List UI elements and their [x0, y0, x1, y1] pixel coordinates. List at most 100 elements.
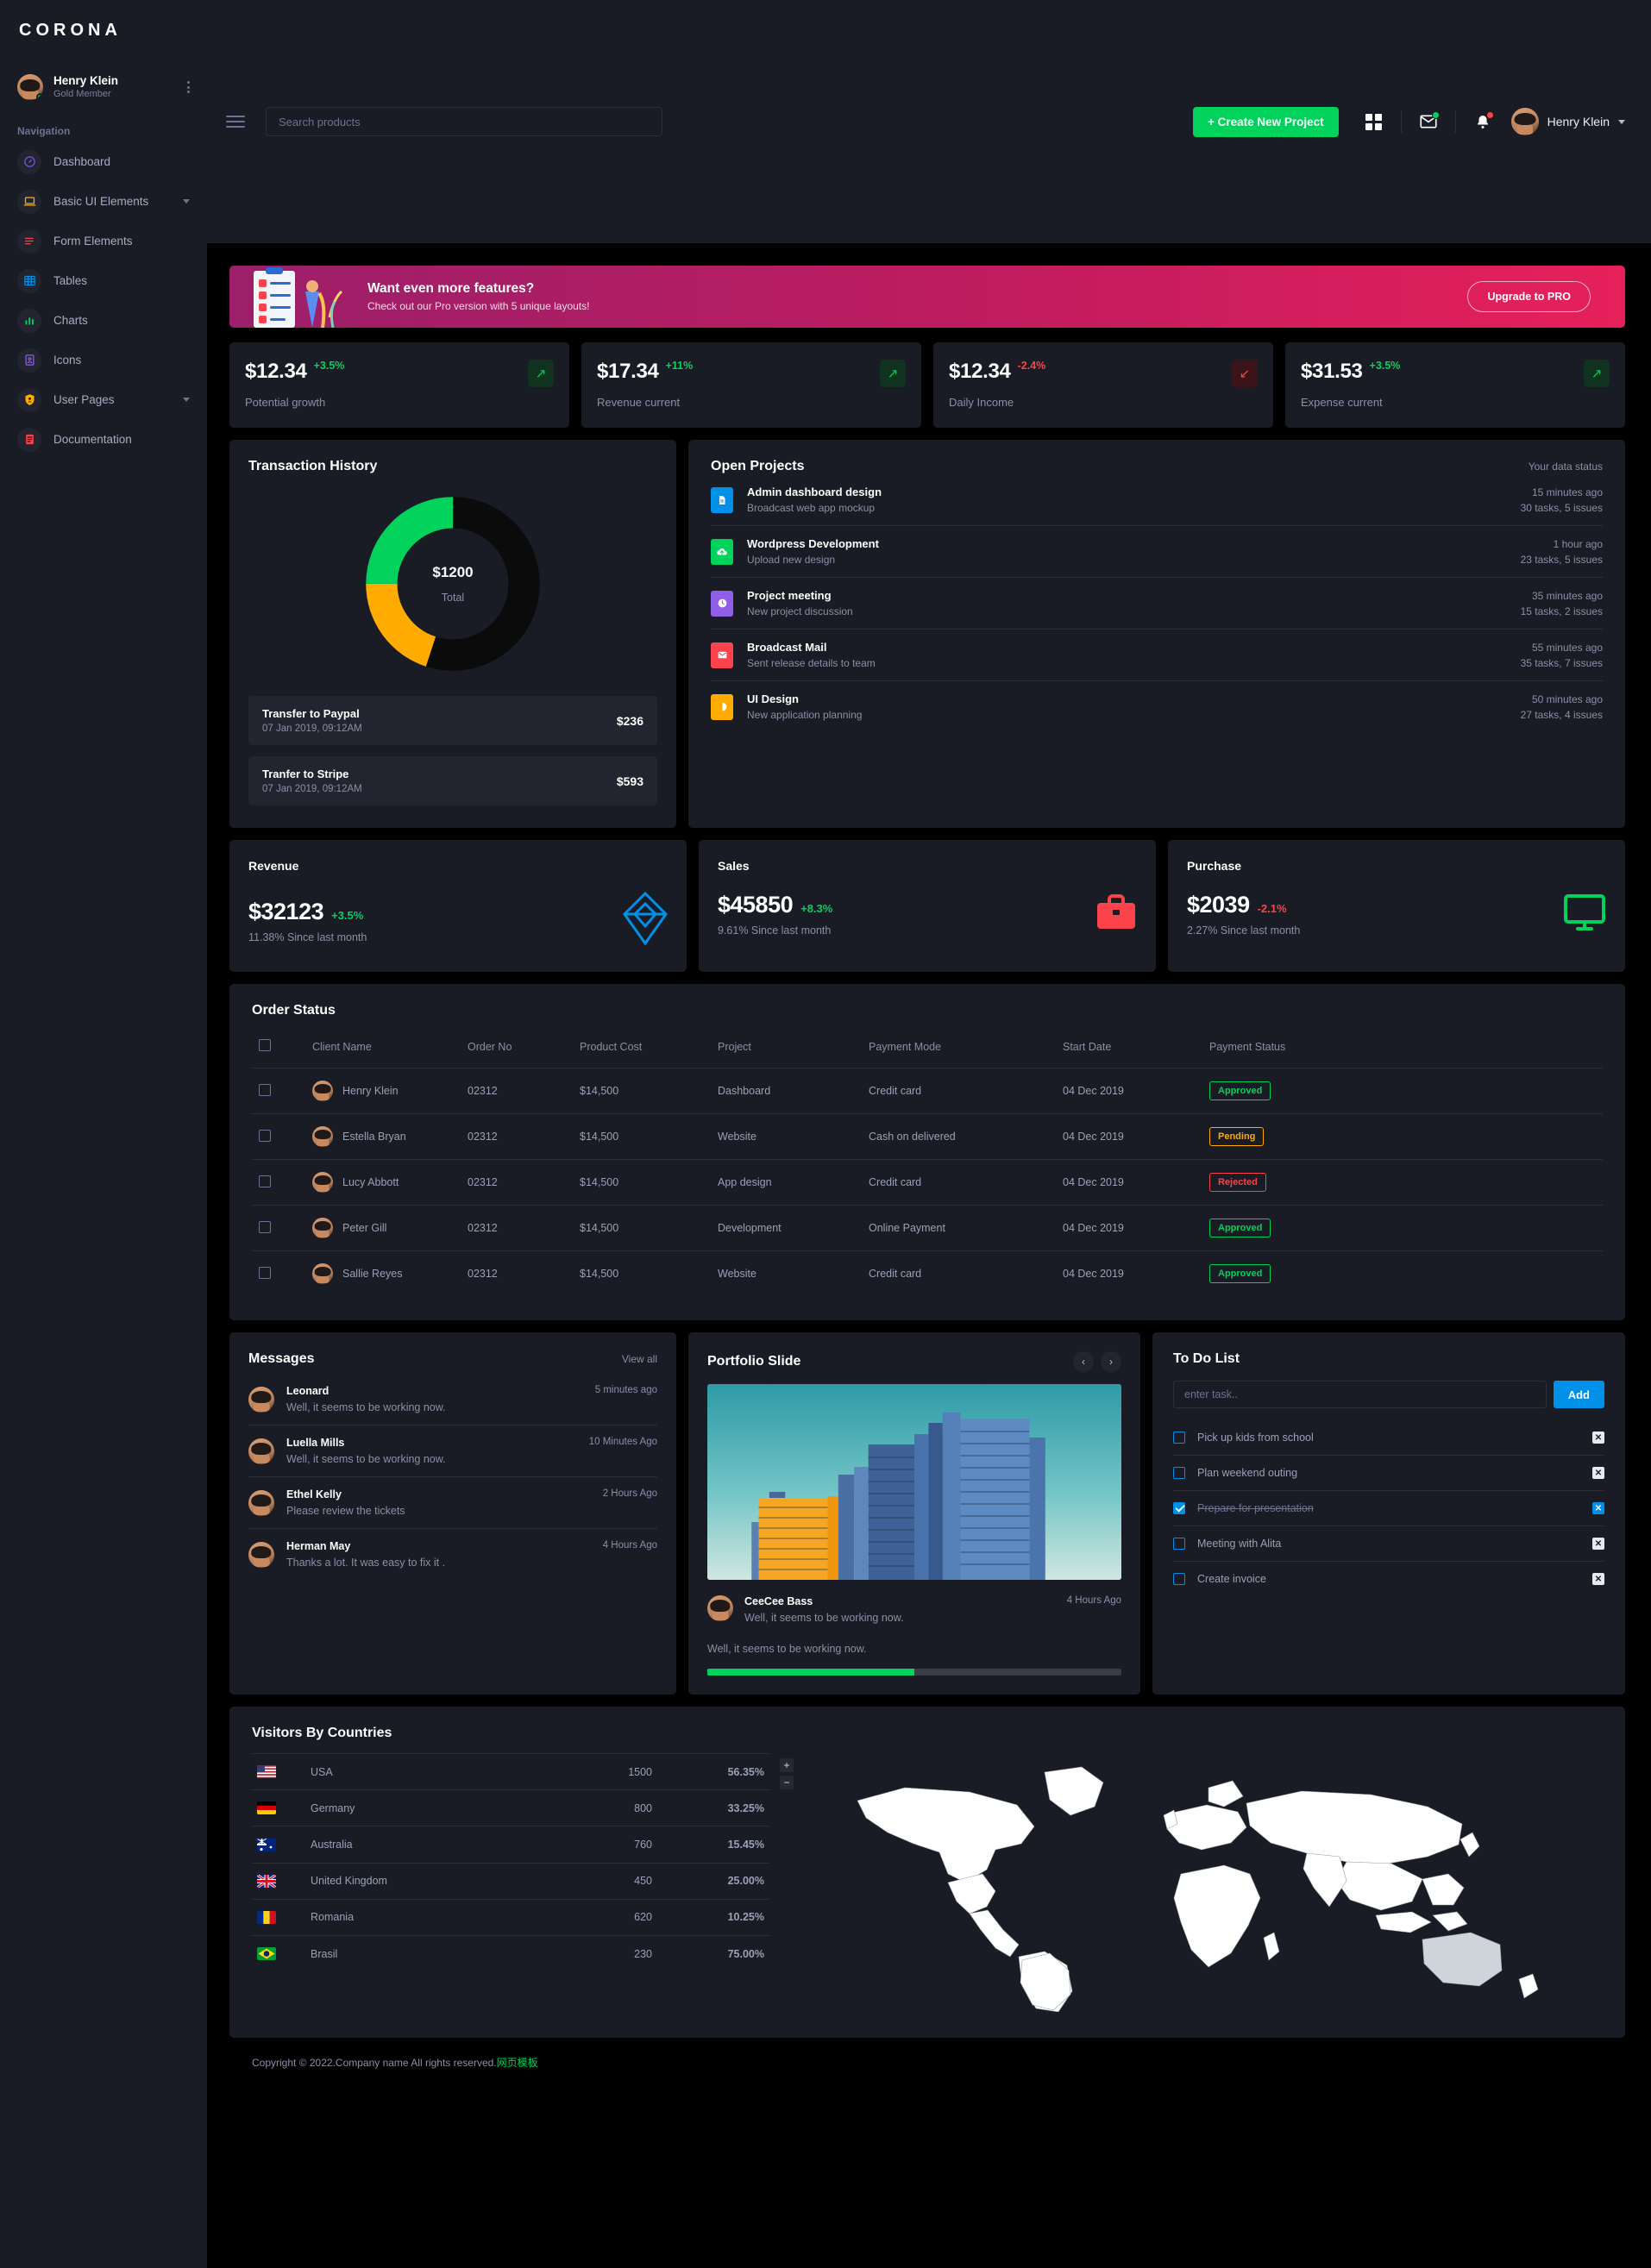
todo-item[interactable]: Meeting with Alita ✕: [1173, 1526, 1604, 1562]
todo-item[interactable]: Pick up kids from school ✕: [1173, 1420, 1604, 1456]
flag-brasil-icon: [257, 1947, 276, 1961]
project-row[interactable]: Wordpress Development Upload new design …: [711, 526, 1603, 578]
row-checkbox[interactable]: [259, 1083, 271, 1096]
stat-value: $31.53: [1301, 360, 1363, 383]
stat-card-revenue-current: $17.34 +11% ↗ Revenue current: [581, 342, 921, 428]
world-map[interactable]: [794, 1753, 1603, 2012]
donut-chart-wrapper: $1200 Total: [248, 474, 657, 685]
project-row[interactable]: UI Design New application planning 50 mi…: [711, 681, 1603, 732]
upgrade-to-pro-button[interactable]: Upgrade to PRO: [1467, 281, 1591, 312]
todo-input[interactable]: [1173, 1381, 1547, 1408]
todo-checkbox[interactable]: [1173, 1538, 1185, 1550]
metric-value: $32123: [248, 898, 324, 924]
messages-card: Messages View all Leonard Well, it seems…: [229, 1332, 676, 1695]
project-cell: App design: [711, 1159, 862, 1206]
add-task-button[interactable]: Add: [1553, 1381, 1604, 1408]
sidebar-item-icons[interactable]: Icons: [0, 341, 207, 380]
project-row[interactable]: Broadcast Mail Sent release details to t…: [711, 630, 1603, 681]
avatar: [312, 1263, 333, 1284]
todo-delete-icon[interactable]: ✕: [1592, 1502, 1604, 1514]
sidebar-item-basic-ui-elements[interactable]: Basic UI Elements: [0, 182, 207, 222]
todo-delete-icon[interactable]: ✕: [1592, 1538, 1604, 1550]
todo-delete-icon[interactable]: ✕: [1592, 1573, 1604, 1585]
todo-item[interactable]: Plan weekend outing ✕: [1173, 1456, 1604, 1491]
row-checkbox[interactable]: [259, 1175, 271, 1187]
table-row[interactable]: Henry Klein 02312 $14,500 Dashboard Cred…: [252, 1068, 1603, 1114]
sidebar-item-user-pages[interactable]: User Pages: [0, 380, 207, 420]
column-header: Payment Mode: [869, 1040, 942, 1053]
hamburger-icon[interactable]: [226, 116, 245, 128]
flag-cell: [252, 1789, 305, 1826]
project-row[interactable]: Project meeting New project discussion 3…: [711, 578, 1603, 630]
sidebar-item-form-elements[interactable]: Form Elements: [0, 222, 207, 261]
visitor-count: 1500: [557, 1752, 657, 1790]
visitor-row: Brasil 230 75.00%: [252, 1935, 769, 1972]
message-item[interactable]: Herman May Thanks a lot. It was easy to …: [248, 1529, 657, 1580]
message-item[interactable]: Luella Mills Well, it seems to be workin…: [248, 1425, 657, 1477]
profile-menu-icon[interactable]: [187, 81, 190, 94]
bell-icon[interactable]: [1468, 107, 1497, 136]
sidebar-item-dashboard[interactable]: Dashboard: [0, 142, 207, 182]
project-time: 55 minutes ago: [1531, 641, 1603, 654]
todo-item[interactable]: Prepare for presentation ✕: [1173, 1491, 1604, 1526]
stat-top: $31.53 +3.5% ↗: [1301, 360, 1610, 387]
sidebar-item-tables[interactable]: Tables: [0, 261, 207, 301]
todo-checkbox[interactable]: [1173, 1502, 1185, 1514]
start-date-cell: 04 Dec 2019: [1056, 1068, 1202, 1114]
row-checkbox[interactable]: [259, 1220, 271, 1233]
chevron-left-icon[interactable]: ‹: [1073, 1351, 1094, 1372]
avatar: [17, 74, 43, 101]
transaction-row[interactable]: Tranfer to Stripe 07 Jan 2019, 09:12AM $…: [248, 756, 657, 805]
create-new-project-button[interactable]: + Create New Project: [1192, 106, 1339, 137]
payment-mode-cell: Cash on delivered: [862, 1113, 1056, 1160]
todo-delete-icon[interactable]: ✕: [1592, 1432, 1604, 1444]
message-item[interactable]: Leonard Well, it seems to be working now…: [248, 1374, 657, 1425]
todo-checkbox[interactable]: [1173, 1432, 1185, 1444]
project-cell: Website: [711, 1113, 862, 1160]
apps-grid-icon[interactable]: [1359, 107, 1389, 136]
divider: [1454, 110, 1456, 133]
flag-australia-icon: [257, 1838, 276, 1851]
sidebar-profile[interactable]: Henry Klein Gold Member: [0, 60, 207, 116]
avatar: [248, 1438, 274, 1464]
map-zoom-in-button[interactable]: +: [780, 1758, 794, 1772]
table-row[interactable]: Lucy Abbott 02312 $14,500 App design Cre…: [252, 1159, 1603, 1206]
brand-logo[interactable]: CORONA: [19, 21, 122, 41]
diamond-icon: [623, 891, 668, 949]
search-wrapper: [266, 107, 662, 136]
todo-checkbox[interactable]: [1173, 1467, 1185, 1479]
select-all-checkbox[interactable]: [259, 1039, 271, 1051]
table-row[interactable]: Estella Bryan 02312 $14,500 Website Cash…: [252, 1113, 1603, 1160]
transaction-info: Tranfer to Stripe 07 Jan 2019, 09:12AM: [262, 767, 362, 794]
row-checkbox[interactable]: [259, 1266, 271, 1279]
project-row[interactable]: Admin dashboard design Broadcast web app…: [711, 474, 1603, 526]
todo-item[interactable]: Create invoice ✕: [1173, 1562, 1604, 1596]
sidebar-item-charts[interactable]: Charts: [0, 301, 207, 341]
sidebar-item-documentation[interactable]: Documentation: [0, 420, 207, 460]
todo-delete-icon[interactable]: ✕: [1592, 1467, 1604, 1479]
table-header-row: Client Name Order No Product Cost Projec…: [252, 1031, 1603, 1068]
transaction-row[interactable]: Transfer to Paypal 07 Jan 2019, 09:12AM …: [248, 696, 657, 745]
search-input[interactable]: [266, 107, 662, 136]
copyright-text: Copyright © 2022.Company name All rights…: [252, 2057, 497, 2069]
order-no-cell: 02312: [461, 1068, 573, 1114]
metric-card-revenue: Revenue $32123 +3.5% 11.38% Since last m…: [229, 840, 687, 972]
message-item[interactable]: Ethel Kelly Please review the tickets 2 …: [248, 1477, 657, 1529]
view-all-link[interactable]: View all: [622, 1353, 657, 1365]
topbar-user-menu[interactable]: Henry Klein: [1510, 108, 1625, 135]
map-zoom-out-button[interactable]: −: [780, 1776, 794, 1789]
todo-checkbox[interactable]: [1173, 1573, 1185, 1585]
envelope-icon[interactable]: [1414, 107, 1443, 136]
stat-label: Revenue current: [597, 396, 681, 409]
carousel-controls: ‹ ›: [1073, 1351, 1121, 1372]
right-column: + Create New Project Henry Klein: [207, 0, 1651, 2268]
sidebar-item-label: User Pages: [53, 393, 115, 407]
table-row[interactable]: Sallie Reyes 02312 $14,500 Website Credi…: [252, 1250, 1603, 1296]
chevron-right-icon[interactable]: ›: [1101, 1351, 1121, 1372]
table-row[interactable]: Peter Gill 02312 $14,500 Development Onl…: [252, 1205, 1603, 1251]
column-header: Client Name: [312, 1040, 372, 1053]
portfolio-slide-image: [707, 1384, 1121, 1580]
file-icon: [711, 486, 733, 513]
row-checkbox[interactable]: [259, 1129, 271, 1142]
footer-link[interactable]: 网页模板: [497, 2057, 538, 2069]
